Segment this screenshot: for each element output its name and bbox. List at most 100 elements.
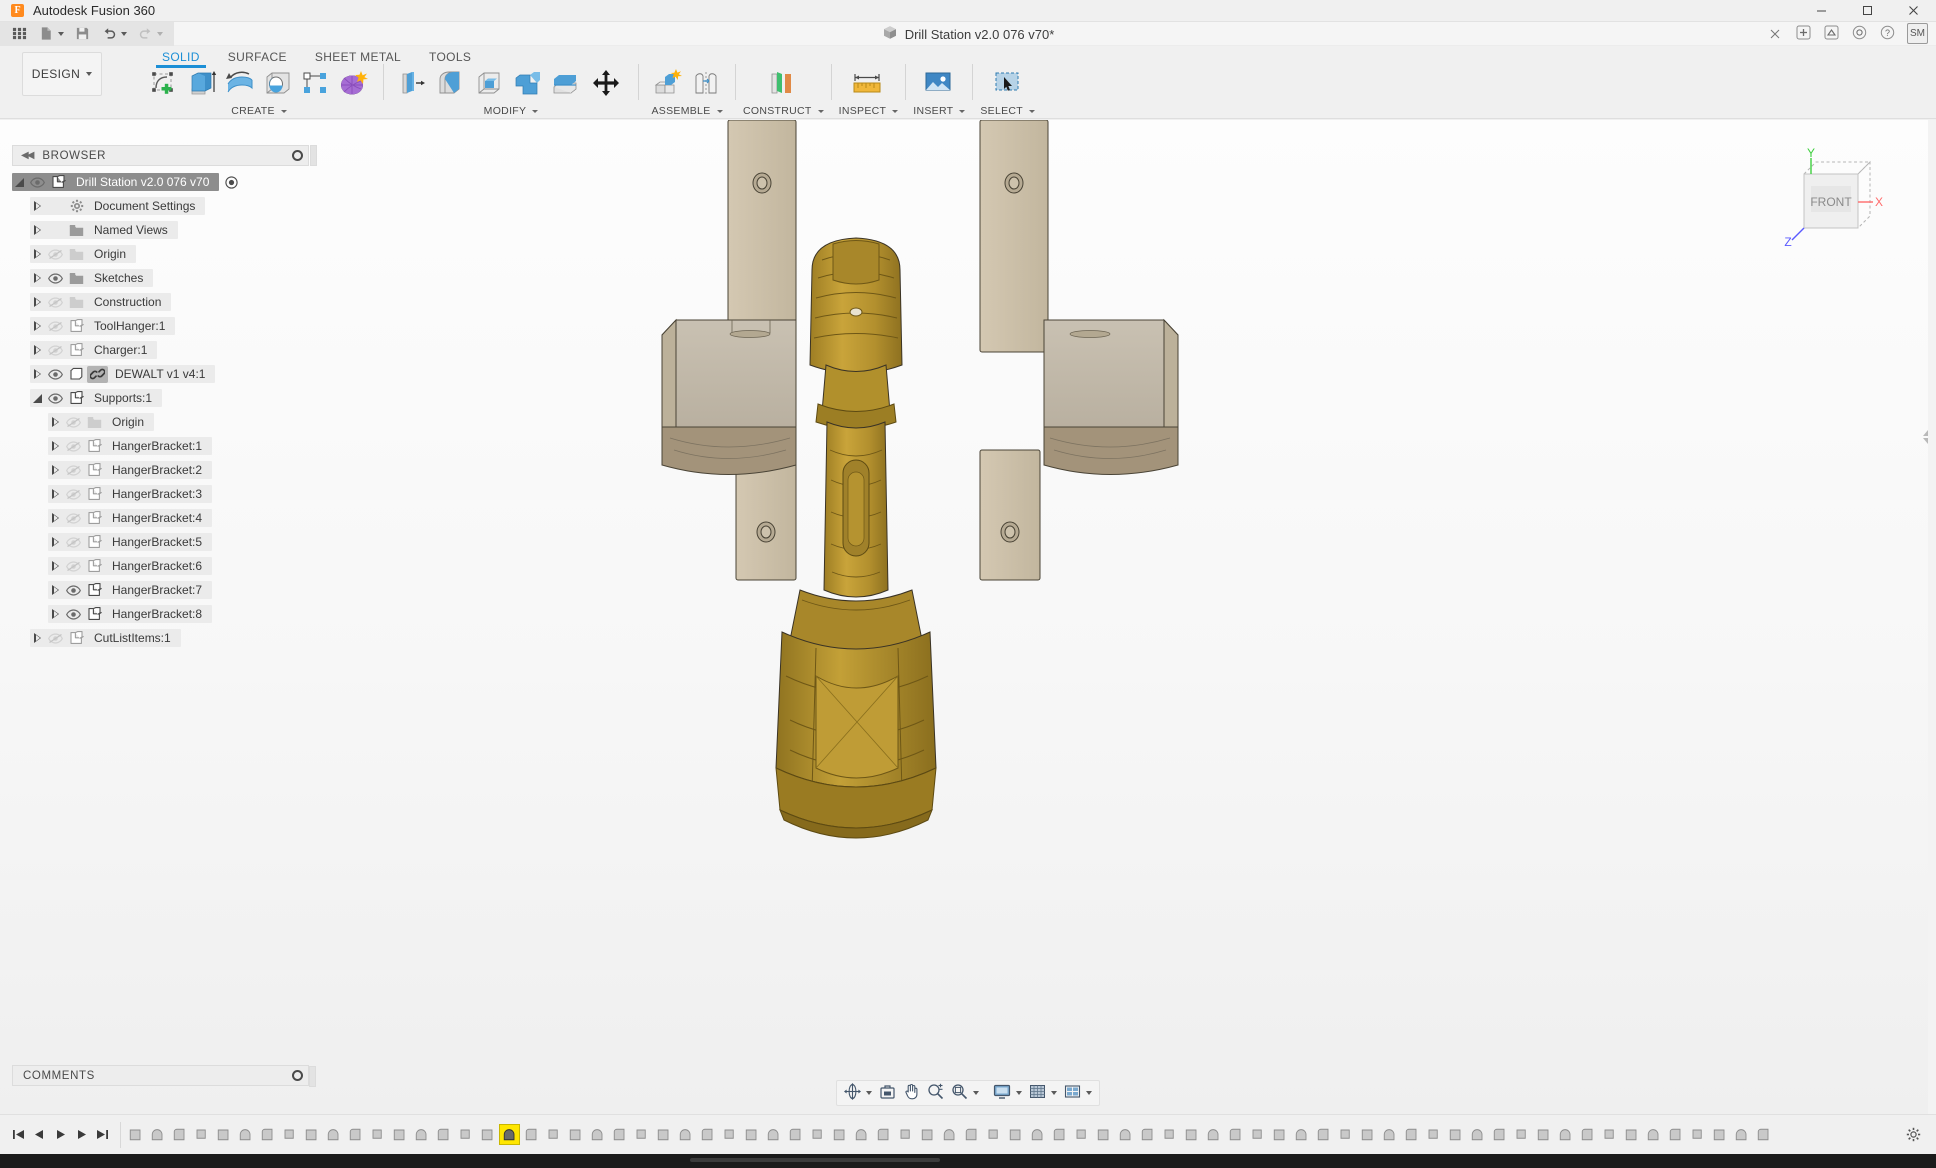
eye-visible-icon[interactable] xyxy=(27,176,48,188)
tree-node[interactable]: HangerBracket:1 xyxy=(12,434,309,458)
timeline-feature[interactable] xyxy=(1621,1124,1642,1145)
timeline-feature[interactable] xyxy=(1555,1124,1576,1145)
tree-node[interactable]: HangerBracket:2 xyxy=(12,458,309,482)
chevron-down-icon[interactable] xyxy=(157,31,163,36)
skip-to-start-button[interactable] xyxy=(9,1124,28,1146)
timeline-feature[interactable] xyxy=(169,1124,190,1145)
look-at-button[interactable] xyxy=(876,1082,899,1104)
timeline-feature[interactable] xyxy=(301,1124,322,1145)
expand-triangle-closed-icon[interactable] xyxy=(30,633,45,643)
eye-visible-icon[interactable] xyxy=(45,392,66,404)
timeline-feature[interactable] xyxy=(147,1124,168,1145)
tree-node[interactable]: Origin xyxy=(12,242,309,266)
eye-hidden-icon[interactable] xyxy=(63,488,84,500)
play-button[interactable] xyxy=(51,1124,70,1146)
tree-node-row[interactable]: Supports:1 xyxy=(30,389,163,407)
pan-button[interactable] xyxy=(900,1082,923,1104)
tree-node[interactable]: Named Views xyxy=(12,218,309,242)
timeline-feature[interactable] xyxy=(1665,1124,1686,1145)
chevron-down-icon[interactable] xyxy=(866,1091,872,1095)
comments-panel[interactable]: COMMENTS xyxy=(12,1065,316,1087)
panel-assemble-label[interactable]: ASSEMBLE xyxy=(651,105,723,117)
sphere-button[interactable] xyxy=(259,64,297,102)
chevron-down-icon[interactable] xyxy=(121,31,127,36)
tree-node[interactable]: Supports:1 xyxy=(12,386,309,410)
close-button[interactable] xyxy=(1890,0,1936,21)
timeline-feature[interactable] xyxy=(543,1124,564,1145)
tree-node[interactable]: HangerBracket:6 xyxy=(12,554,309,578)
grid-snaps-button[interactable] xyxy=(1026,1082,1060,1104)
viewport-scrollbar[interactable] xyxy=(1928,120,1936,1114)
timeline-feature[interactable] xyxy=(829,1124,850,1145)
tree-node-row[interactable]: Named Views xyxy=(30,221,178,239)
fillet-button[interactable] xyxy=(432,64,470,102)
timeline-feature[interactable] xyxy=(609,1124,630,1145)
chevron-down-icon[interactable] xyxy=(58,31,64,36)
timeline-feature[interactable] xyxy=(1181,1124,1202,1145)
new-document-button[interactable] xyxy=(33,24,69,44)
undo-button[interactable] xyxy=(96,24,132,44)
tree-node-row[interactable]: ToolHanger:1 xyxy=(30,317,176,335)
tree-node-row[interactable]: Origin xyxy=(30,245,137,263)
eye-hidden-icon[interactable] xyxy=(45,632,66,644)
orbit-button[interactable] xyxy=(841,1082,875,1104)
timeline-feature[interactable] xyxy=(367,1124,388,1145)
timeline-feature[interactable] xyxy=(587,1124,608,1145)
tree-node-row[interactable]: Charger:1 xyxy=(30,341,158,359)
timeline-feature[interactable] xyxy=(257,1124,278,1145)
timeline-feature[interactable] xyxy=(895,1124,916,1145)
timeline-feature[interactable] xyxy=(1225,1124,1246,1145)
eye-hidden-icon[interactable] xyxy=(45,296,66,308)
joint-button[interactable] xyxy=(687,64,725,102)
timeline-feature[interactable] xyxy=(1401,1124,1422,1145)
panel-create-label[interactable]: CREATE xyxy=(231,105,287,117)
tree-node-row[interactable]: DEWALT v1 v4:1 xyxy=(30,365,216,383)
help-button[interactable]: ? xyxy=(1874,23,1900,45)
timeline-feature[interactable] xyxy=(455,1124,476,1145)
timeline-feature[interactable] xyxy=(1137,1124,1158,1145)
model-3d-drill-station[interactable] xyxy=(640,120,1200,1000)
eye-visible-icon[interactable] xyxy=(45,272,66,284)
tree-node-row[interactable]: Document Settings xyxy=(30,197,206,215)
expand-triangle-closed-icon[interactable] xyxy=(30,201,45,211)
tree-node-row[interactable]: HangerBracket:7 xyxy=(48,581,213,599)
tree-node-row[interactable]: Drill Station v2.0 076 v70 xyxy=(12,173,220,191)
timeline-feature[interactable] xyxy=(697,1124,718,1145)
new-component-button[interactable] xyxy=(649,64,687,102)
eye-visible-icon[interactable] xyxy=(63,608,84,620)
pattern-button[interactable] xyxy=(297,64,335,102)
minimize-button[interactable] xyxy=(1798,0,1844,21)
timeline-feature[interactable] xyxy=(1511,1124,1532,1145)
timeline-feature[interactable] xyxy=(1467,1124,1488,1145)
tree-node-row[interactable]: CutListItems:1 xyxy=(30,629,181,647)
timeline-feature[interactable] xyxy=(851,1124,872,1145)
timeline-feature[interactable] xyxy=(807,1124,828,1145)
timeline-feature[interactable] xyxy=(631,1124,652,1145)
timeline-feature[interactable] xyxy=(213,1124,234,1145)
eye-hidden-icon[interactable] xyxy=(45,344,66,356)
document-close-button[interactable] xyxy=(1762,23,1788,45)
timeline-feature[interactable] xyxy=(1533,1124,1554,1145)
timeline-feature[interactable] xyxy=(1203,1124,1224,1145)
tree-node-row[interactable]: HangerBracket:2 xyxy=(48,461,213,479)
redo-button[interactable] xyxy=(132,24,168,44)
offset-face-button[interactable] xyxy=(546,64,584,102)
expand-triangle-closed-icon[interactable] xyxy=(48,417,63,427)
panel-select-label[interactable]: SELECT xyxy=(980,105,1036,117)
eye-hidden-icon[interactable] xyxy=(63,440,84,452)
expand-triangle-open-icon[interactable] xyxy=(30,393,45,403)
maximize-button[interactable] xyxy=(1844,0,1890,21)
avatar[interactable]: SM xyxy=(1907,23,1928,44)
viewports-button[interactable] xyxy=(1061,1082,1095,1104)
zoom-button[interactable] xyxy=(924,1082,947,1104)
tree-node-row[interactable]: HangerBracket:6 xyxy=(48,557,213,575)
timeline-feature[interactable] xyxy=(1687,1124,1708,1145)
tree-node-row[interactable]: HangerBracket:3 xyxy=(48,485,213,503)
timeline-feature[interactable] xyxy=(345,1124,366,1145)
timeline-feature[interactable] xyxy=(1027,1124,1048,1145)
expand-triangle-closed-icon[interactable] xyxy=(48,489,63,499)
chevron-down-icon[interactable] xyxy=(973,1091,979,1095)
expand-triangle-closed-icon[interactable] xyxy=(48,561,63,571)
timeline-feature[interactable] xyxy=(521,1124,542,1145)
panel-inspect-label[interactable]: INSPECT xyxy=(839,105,899,117)
